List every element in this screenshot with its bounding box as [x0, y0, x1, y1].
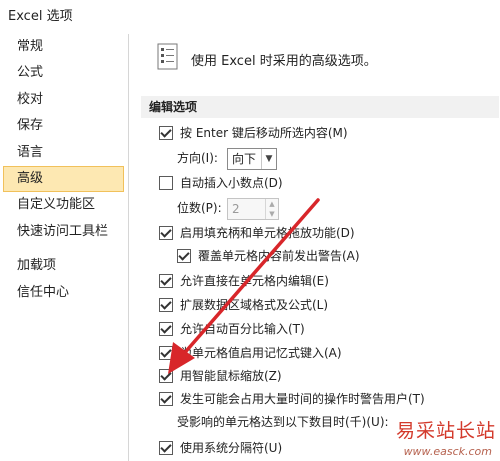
places-value: 2 — [232, 202, 240, 216]
checkbox-system-separators[interactable] — [159, 440, 173, 455]
sidebar-item-formulas[interactable]: 公式 — [0, 60, 128, 86]
option-label: 为单元格值启用记忆式键入(A) — [180, 346, 342, 360]
option-alert-overwrite[interactable]: 覆盖单元格内容前发出警告(A) — [177, 247, 360, 265]
sidebar-item-proofing[interactable]: 校对 — [0, 87, 128, 113]
sidebar-item-quick-access-toolbar[interactable]: 快速访问工具栏 — [0, 219, 128, 245]
window-title: Excel 选项 — [8, 9, 73, 24]
option-label: 自动插入小数点(D) — [180, 176, 283, 190]
option-autocomplete[interactable]: 为单元格值启用记忆式键入(A) — [159, 344, 342, 362]
checkbox-auto-decimal[interactable] — [159, 175, 173, 190]
option-alert-slow[interactable]: 发生可能会占用大量时间的操作时警告用户(T) — [159, 390, 425, 408]
option-auto-decimal[interactable]: 自动插入小数点(D) — [159, 174, 283, 192]
sidebar-item-trust-center[interactable]: 信任中心 — [0, 280, 128, 306]
option-label: 用智能鼠标缩放(Z) — [180, 369, 282, 383]
sidebar-item-general[interactable]: 常规 — [0, 34, 128, 60]
checkbox-autocomplete[interactable] — [159, 345, 173, 360]
checkbox-alert-slow[interactable] — [159, 391, 173, 406]
option-system-separators[interactable]: 使用系统分隔符(U) — [159, 439, 282, 457]
spinner-arrows[interactable]: ▲ ▼ — [265, 199, 278, 219]
checkbox-extend-formats[interactable] — [159, 297, 173, 312]
title-bar: Excel 选项 — [0, 0, 500, 26]
sidebar-item-language[interactable]: 语言 — [0, 140, 128, 166]
checkbox-auto-percent[interactable] — [159, 321, 173, 336]
option-label: 发生可能会占用大量时间的操作时警告用户(T) — [180, 392, 425, 406]
checkbox-intellimouse[interactable] — [159, 368, 173, 383]
options-document-icon — [157, 43, 178, 70]
sidebar-item-advanced[interactable]: 高级 — [3, 165, 124, 193]
option-label: 使用系统分隔符(U) — [180, 441, 283, 455]
affected-cells-label: 受影响的单元格达到以下数目时(千)(U): — [177, 415, 389, 429]
option-label: 扩展数据区域格式及公式(L) — [180, 298, 329, 312]
option-auto-percent[interactable]: 允许自动百分比输入(T) — [159, 320, 305, 338]
watermark-logo-text: 易采站长站 — [395, 420, 496, 442]
checkbox-alert-overwrite[interactable] — [177, 248, 191, 263]
sidebar-item-add-ins[interactable]: 加载项 — [0, 253, 128, 279]
direction-value: 向下 — [232, 152, 257, 166]
chevron-down-icon[interactable]: ▼ — [261, 149, 276, 169]
watermark-url: www.easck.com — [403, 445, 492, 458]
option-fill-handle[interactable]: 启用填充柄和单元格拖放功能(D) — [159, 224, 355, 242]
option-move-after-enter[interactable]: 按 Enter 键后移动所选内容(M) — [159, 124, 348, 142]
main-panel: 使用 Excel 时采用的高级选项。 编辑选项 按 Enter 键后移动所选内容… — [129, 26, 500, 461]
option-edit-in-cell[interactable]: 允许直接在单元格内编辑(E) — [159, 272, 329, 290]
header-description: 使用 Excel 时采用的高级选项。 — [191, 54, 377, 69]
places-spinner[interactable]: 2 ▲ ▼ — [227, 198, 279, 220]
option-label: 按 Enter 键后移动所选内容(M) — [180, 126, 348, 140]
checkbox-move-after-enter[interactable] — [159, 125, 173, 140]
option-intellimouse[interactable]: 用智能鼠标缩放(Z) — [159, 367, 282, 385]
direction-label: 方向(I): — [177, 151, 218, 165]
sidebar-item-customize-ribbon[interactable]: 自定义功能区 — [0, 192, 128, 218]
direction-dropdown[interactable]: 向下 ▼ — [227, 148, 277, 170]
spin-up-icon[interactable]: ▲ — [266, 199, 278, 209]
section-title-editing-options: 编辑选项 — [141, 96, 499, 118]
places-label: 位数(P): — [177, 201, 222, 215]
option-label: 允许自动百分比输入(T) — [180, 322, 305, 336]
sidebar-item-save[interactable]: 保存 — [0, 113, 128, 139]
checkbox-edit-in-cell[interactable] — [159, 273, 173, 288]
sidebar: 常规 公式 校对 保存 语言 高级 自定义功能区 快速访问工具栏 加载项 信任中… — [0, 34, 129, 461]
checkbox-fill-handle[interactable] — [159, 225, 173, 240]
option-extend-formats[interactable]: 扩展数据区域格式及公式(L) — [159, 296, 328, 314]
option-label: 允许直接在单元格内编辑(E) — [180, 274, 329, 288]
header-row: 使用 Excel 时采用的高级选项。 — [153, 42, 493, 74]
spin-down-icon[interactable]: ▼ — [266, 209, 278, 219]
option-label: 覆盖单元格内容前发出警告(A) — [198, 249, 360, 263]
option-label: 启用填充柄和单元格拖放功能(D) — [180, 226, 355, 240]
